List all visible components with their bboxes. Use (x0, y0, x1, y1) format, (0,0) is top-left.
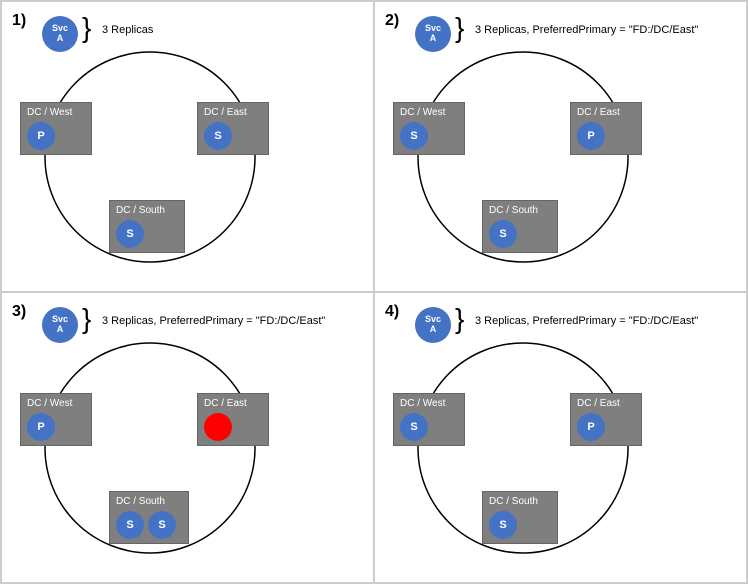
q4-replica-south-1: S (489, 511, 517, 539)
quadrant-1: 1) Svc A } 3 Replicas DC / West P DC / E… (1, 1, 374, 292)
q4-dc-south-label: DC / South (489, 496, 538, 507)
q2-dc-south-label: DC / South (489, 205, 538, 216)
q2-dc-south-replicas: S (489, 220, 517, 248)
q2-label: 2) (385, 12, 399, 30)
q1-dc-west: DC / West P (20, 102, 92, 155)
quadrant-2: 2) Svc A } 3 Replicas, PreferredPrimary … (374, 1, 747, 292)
q4-dc-east-label: DC / East (577, 398, 620, 409)
quadrant-3: 3) Svc A } 3 Replicas, PreferredPrimary … (1, 292, 374, 583)
q1-replica-east-1: S (204, 122, 232, 150)
q1-dc-south: DC / South S (109, 200, 185, 253)
q2-dc-west: DC / West S (393, 102, 465, 155)
q4-replica-west-1: S (400, 413, 428, 441)
q4-dc-east: DC / East P (570, 393, 642, 446)
q4-dc-south-replicas: S (489, 511, 517, 539)
q1-brace: } (82, 14, 91, 42)
q3-dc-east: DC / East (197, 393, 269, 446)
q4-brace: } (455, 305, 464, 333)
q4-desc: 3 Replicas, PreferredPrimary = "FD:/DC/E… (475, 315, 698, 327)
q1-label: 1) (12, 12, 26, 30)
q3-dc-south-label: DC / South (116, 496, 165, 507)
main-grid: 1) Svc A } 3 Replicas DC / West P DC / E… (0, 0, 748, 584)
q2-brace: } (455, 14, 464, 42)
quadrant-4: 4) Svc A } 3 Replicas, PreferredPrimary … (374, 292, 747, 583)
q3-dc-west-replicas: P (27, 413, 55, 441)
q4-label: 4) (385, 303, 399, 321)
q3-dc-south: DC / South S S (109, 491, 189, 544)
q3-replica-south-2: S (148, 511, 176, 539)
q2-dc-east-replicas: P (577, 122, 605, 150)
q4-dc-east-replicas: P (577, 413, 605, 441)
q3-desc: 3 Replicas, PreferredPrimary = "FD:/DC/E… (102, 315, 325, 327)
q4-dc-west-replicas: S (400, 413, 428, 441)
q4-replica-east-1: P (577, 413, 605, 441)
q1-dc-west-label: DC / West (27, 107, 72, 118)
q2-dc-east: DC / East P (570, 102, 642, 155)
q1-replica-west-1: P (27, 122, 55, 150)
q2-replica-west-1: S (400, 122, 428, 150)
q1-dc-south-label: DC / South (116, 205, 165, 216)
q1-replica-south-1: S (116, 220, 144, 248)
q3-label: 3) (12, 303, 26, 321)
q3-dc-west: DC / West P (20, 393, 92, 446)
q2-dc-west-replicas: S (400, 122, 428, 150)
q3-dc-south-replicas: S S (116, 511, 176, 539)
q1-dc-east-label: DC / East (204, 107, 247, 118)
q1-dc-south-replicas: S (116, 220, 144, 248)
q3-replica-south-1: S (116, 511, 144, 539)
q4-dc-west-label: DC / West (400, 398, 445, 409)
q1-dc-west-replicas: P (27, 122, 55, 150)
q2-replica-south-1: S (489, 220, 517, 248)
q3-replica-east-1 (204, 413, 232, 441)
q2-dc-south: DC / South S (482, 200, 558, 253)
q1-dc-east-replicas: S (204, 122, 232, 150)
q1-desc: 3 Replicas (102, 24, 153, 36)
q2-desc: 3 Replicas, PreferredPrimary = "FD:/DC/E… (475, 24, 698, 36)
q1-dc-east: DC / East S (197, 102, 269, 155)
q4-dc-west: DC / West S (393, 393, 465, 446)
q3-dc-east-replicas (204, 413, 232, 441)
q3-replica-west-1: P (27, 413, 55, 441)
q2-dc-east-label: DC / East (577, 107, 620, 118)
q2-dc-west-label: DC / West (400, 107, 445, 118)
q3-dc-east-label: DC / East (204, 398, 247, 409)
q4-dc-south: DC / South S (482, 491, 558, 544)
q3-dc-west-label: DC / West (27, 398, 72, 409)
q3-brace: } (82, 305, 91, 333)
q2-replica-east-1: P (577, 122, 605, 150)
